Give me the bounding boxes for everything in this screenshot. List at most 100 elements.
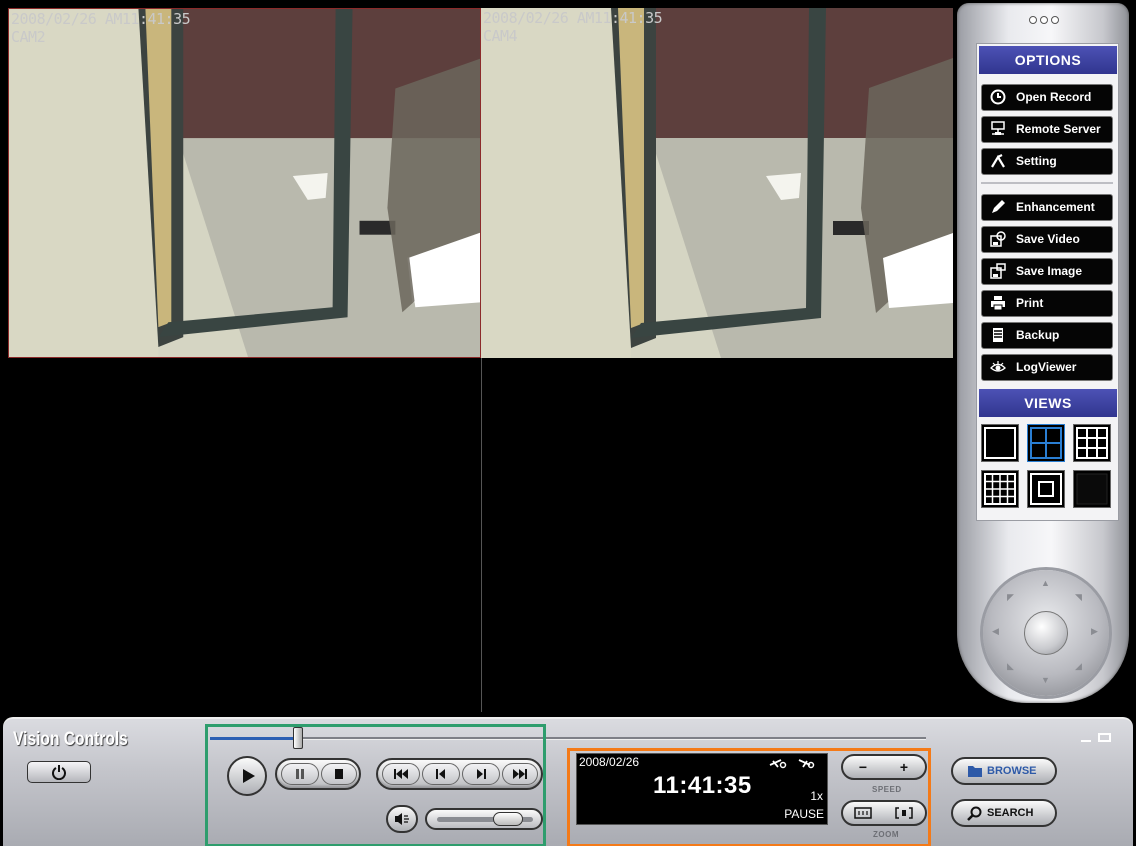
dot-icon (1051, 16, 1059, 24)
blank-view-icon (1076, 473, 1108, 505)
next-frame-button[interactable] (462, 763, 500, 785)
setting-button[interactable]: Setting (981, 148, 1113, 175)
search-label: SEARCH (987, 807, 1034, 819)
zoom-out-icon (854, 807, 872, 819)
status-time: 11:41:35 (653, 772, 752, 799)
speed-control: − + (841, 754, 927, 780)
speed-down-button[interactable]: − (846, 758, 880, 776)
camera-tile-empty-1[interactable] (8, 358, 481, 712)
power-button[interactable] (27, 761, 91, 783)
zoom-in-button[interactable] (887, 804, 921, 822)
previous-frame-button[interactable] (422, 763, 460, 785)
nine-view-icon (1076, 427, 1108, 459)
previous-frame-icon (436, 769, 445, 779)
single-view-icon (984, 427, 1016, 459)
save-video-label: Save Video (1016, 232, 1080, 246)
camera-tile-empty-2[interactable] (481, 358, 953, 712)
pan-down-left-icon[interactable]: ◣ (1007, 661, 1014, 672)
blank-view-button[interactable] (1073, 470, 1111, 508)
play-button[interactable] (227, 756, 267, 796)
save-image-button[interactable]: Save Image (981, 258, 1113, 285)
search-button[interactable]: SEARCH (951, 799, 1057, 827)
folder-icon (968, 766, 982, 777)
setting-label: Setting (1016, 154, 1057, 168)
brand-label: Vision Controls (13, 729, 128, 750)
save-video-button[interactable]: Save Video (981, 226, 1113, 253)
next-frame-icon (477, 769, 486, 779)
ptz-joystick[interactable]: ▲ ▼ ◀ ▶ ◤ ◥ ◣ ◢ (983, 570, 1109, 696)
save-video-icon (989, 231, 1007, 249)
ptz-center-button[interactable] (1024, 611, 1068, 655)
open-record-button[interactable]: Open Record (981, 84, 1113, 111)
pause-icon (296, 769, 304, 779)
play-icon (243, 769, 255, 783)
quad-view-button[interactable] (1027, 424, 1065, 462)
options-panel: OPTIONS Open Record Remote Server Settin… (957, 3, 1129, 703)
camera-label: CAM2 (11, 28, 46, 46)
pan-right-icon[interactable]: ▶ (1091, 626, 1098, 637)
skip-to-start-button[interactable] (382, 763, 420, 785)
video-grid: 2008/02/26 AM11:41:35 CAM2 2008/02/26 AM… (0, 0, 955, 712)
backup-icon (989, 327, 1007, 345)
panel-menu-dots[interactable] (1029, 11, 1069, 25)
pan-up-icon[interactable]: ▲ (1041, 578, 1050, 588)
speaker-icon (395, 813, 409, 825)
skip-end-icon (513, 769, 527, 779)
status-date: 2008/02/26 (579, 755, 640, 769)
status-display: 2008/02/26 11:41:35 1x PAUSE (576, 753, 828, 825)
browse-button[interactable]: BROWSE (951, 757, 1057, 785)
pan-down-icon[interactable]: ▼ (1041, 675, 1050, 685)
search-icon (967, 806, 982, 821)
skip-to-end-button[interactable] (502, 763, 538, 785)
status-speed: 1x (810, 789, 823, 803)
enhancement-label: Enhancement (1016, 200, 1095, 214)
tools-icon (989, 153, 1007, 171)
options-divider (981, 182, 1113, 184)
single-view-button[interactable] (981, 424, 1019, 462)
camera-timestamp: 2008/02/26 AM11:41:35 (11, 10, 191, 28)
volume-button[interactable] (386, 805, 418, 833)
sixteen-view-button[interactable] (981, 470, 1019, 508)
camera-feed-cam4 (481, 8, 953, 358)
views-header: VIEWS (979, 389, 1117, 417)
seek-controls-group (376, 758, 543, 790)
pan-down-right-icon[interactable]: ◢ (1075, 661, 1082, 672)
quad-view-icon (1030, 427, 1062, 459)
picture-in-picture-view-button[interactable] (1027, 470, 1065, 508)
camera-label: CAM4 (483, 27, 518, 45)
stop-button[interactable] (321, 763, 357, 785)
zoom-control (841, 800, 927, 826)
save-image-label: Save Image (1016, 264, 1083, 278)
network-icon (989, 121, 1007, 139)
maximize-icon[interactable] (1097, 731, 1113, 745)
power-icon (52, 765, 66, 781)
zoom-out-button[interactable] (846, 804, 880, 822)
minimize-icon[interactable] (1079, 731, 1095, 745)
picture-in-picture-icon (1030, 473, 1062, 505)
clip-end-icon[interactable] (797, 756, 815, 770)
pan-up-right-icon[interactable]: ◥ (1075, 592, 1082, 603)
browse-label: BROWSE (987, 765, 1037, 777)
volume-knob[interactable] (493, 812, 523, 826)
stop-icon (335, 769, 343, 779)
pause-stop-group (275, 758, 361, 790)
pan-up-left-icon[interactable]: ◤ (1007, 592, 1014, 603)
pause-button[interactable] (281, 763, 319, 785)
nine-view-button[interactable] (1073, 424, 1111, 462)
camera-tile-cam4[interactable]: 2008/02/26 AM11:41:35 CAM4 (481, 8, 953, 358)
enhancement-button[interactable]: Enhancement (981, 194, 1113, 221)
remote-server-button[interactable]: Remote Server (981, 116, 1113, 143)
speed-up-button[interactable]: + (887, 758, 921, 776)
pencil-icon (989, 199, 1007, 217)
eye-icon (989, 359, 1007, 377)
camera-tile-cam2[interactable]: 2008/02/26 AM11:41:35 CAM2 (8, 8, 481, 358)
dot-icon (1029, 16, 1037, 24)
logviewer-button[interactable]: LogViewer (981, 354, 1113, 381)
speed-label: SPEED (872, 785, 902, 794)
backup-label: Backup (1016, 328, 1060, 342)
backup-button[interactable]: Backup (981, 322, 1113, 349)
pan-left-icon[interactable]: ◀ (992, 626, 999, 637)
print-button[interactable]: Print (981, 290, 1113, 317)
clip-start-icon[interactable] (769, 756, 787, 770)
volume-slider[interactable] (425, 808, 543, 830)
